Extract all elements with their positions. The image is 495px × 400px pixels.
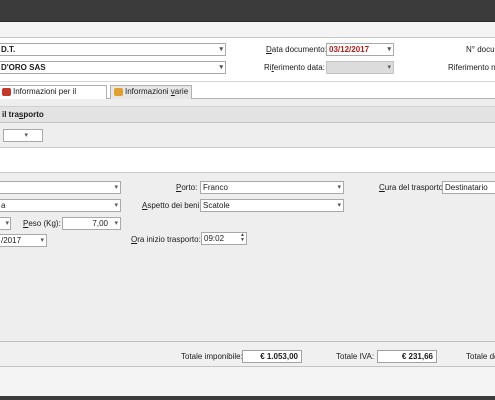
chevron-down-icon: ▾ [114, 220, 118, 227]
toolbar-strip [0, 22, 495, 38]
tab-transport-info[interactable]: Informazioni per il trasporto [0, 85, 107, 108]
folder-icon [114, 88, 123, 96]
iva-label: Totale IVA: [336, 352, 375, 361]
porto-select[interactable]: Franco ▾ [200, 181, 344, 194]
totals-bar: Totale imponibile: € 1.053,00 Totale IVA… [0, 341, 495, 367]
imponibile-label: Totale imponibile: [181, 352, 243, 361]
document-type-value: D.T. [1, 45, 16, 54]
truck-icon [2, 88, 11, 96]
chevron-down-icon: ▾ [387, 64, 391, 71]
reference-number-label: Riferimento nu [448, 63, 495, 72]
iva-value: € 231,66 [377, 350, 437, 363]
chevron-down-icon: ▾ [40, 237, 44, 244]
doc-number-label: N° docum [466, 45, 495, 54]
cura-label: Cura del trasporto: [379, 183, 446, 192]
transport-select-1[interactable]: ▾ [0, 181, 121, 194]
ora-label: Ora inizio trasporto: [131, 235, 201, 244]
reference-date-picker[interactable]: ▾ [326, 61, 394, 74]
document-type-select[interactable]: D.T. ▾ [0, 43, 226, 56]
spinner-icon[interactable]: ▲ ▼ [240, 233, 245, 243]
chevron-down-icon: ▾ [219, 46, 223, 53]
peso-input[interactable]: 7,00 ▾ [62, 217, 121, 230]
peso-label: Peso (Kg): [23, 219, 61, 228]
customer-select[interactable]: D'ORO SAS ▾ [0, 61, 226, 74]
section-title: il trasporto [0, 106, 495, 123]
tab-bar: Informazioni per il trasporto Informazio… [0, 84, 495, 108]
date-label: Data documento: [266, 45, 327, 54]
chevron-down-icon: ▾ [337, 184, 341, 191]
chevron-down-icon: ▾ [219, 64, 223, 71]
tab-other-info[interactable]: Informazioni varie [110, 85, 192, 99]
document-header: D.T. ▾ D'ORO SAS ▾ Data documento: 03/12… [0, 38, 495, 82]
document-date-picker[interactable]: 03/12/2017 ▾ [326, 43, 394, 56]
chevron-down-icon: ▾ [114, 202, 118, 209]
aspetto-label: Aspetto dei beni: [142, 201, 202, 210]
window-title-bar [0, 0, 495, 22]
small-select[interactable]: ▾ [3, 129, 43, 142]
chevron-down-icon: ▾ [24, 132, 28, 139]
aspetto-select[interactable]: Scatole ▾ [200, 199, 344, 212]
cura-select[interactable]: Destinatario [442, 181, 495, 194]
chevron-down-icon: ▾ [5, 220, 9, 227]
porto-label: Porto: [176, 183, 198, 192]
reference-date-label: Riferimento data: [264, 63, 325, 72]
customer-value: D'ORO SAS [1, 63, 46, 72]
notes-area[interactable] [0, 147, 495, 173]
chevron-down-icon: ▾ [114, 184, 118, 191]
chevron-down-icon: ▾ [337, 202, 341, 209]
chevron-down-icon: ▾ [387, 46, 391, 53]
document-date-value: 03/12/2017 [329, 45, 370, 54]
ora-input[interactable]: 09:02 ▲ ▼ [201, 232, 247, 245]
bottom-border [0, 396, 495, 400]
date-select[interactable]: /2017 ▾ [0, 234, 47, 247]
imponibile-value: € 1.053,00 [242, 350, 302, 363]
transport-select-2[interactable]: a ▾ [0, 199, 121, 212]
stepper-small[interactable]: ▾ [0, 217, 11, 230]
total-document-label: Totale do [466, 352, 495, 361]
